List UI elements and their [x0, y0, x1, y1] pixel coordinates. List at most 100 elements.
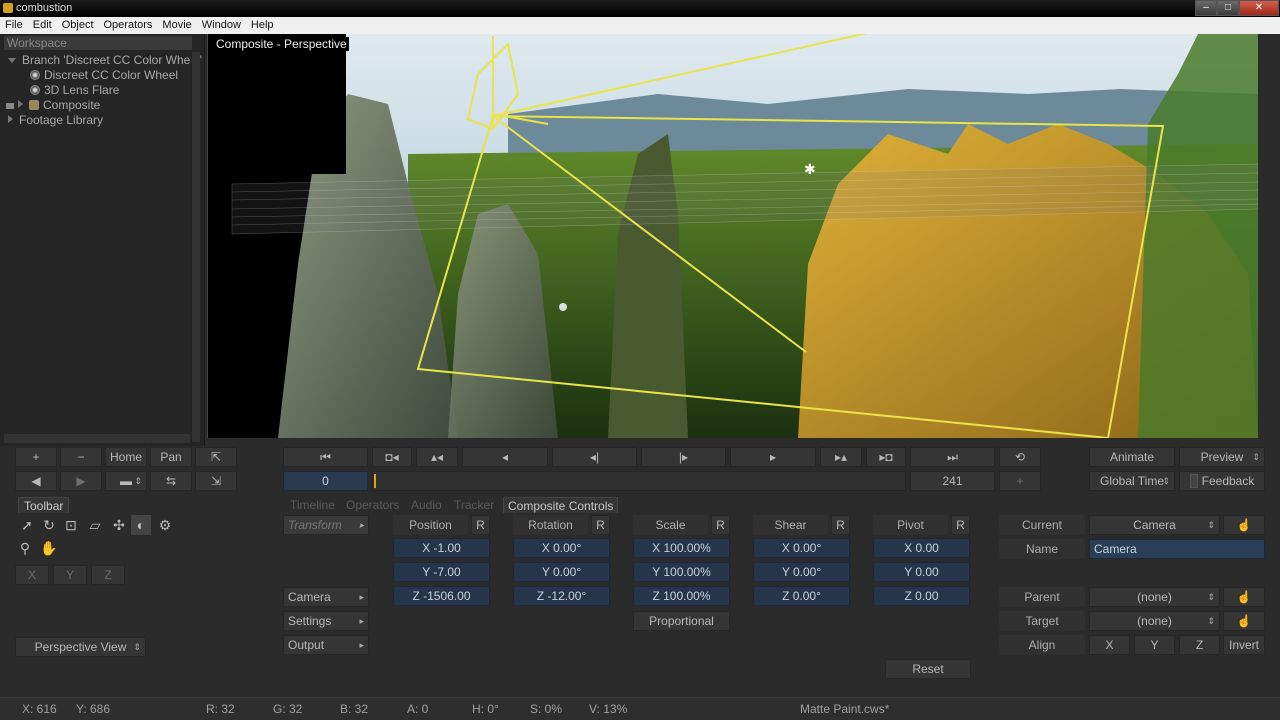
- vertical-scrollbar[interactable]: [191, 52, 200, 442]
- checkbox-icon[interactable]: [1189, 474, 1198, 488]
- pick-target-icon[interactable]: ☝: [1223, 611, 1265, 631]
- rotation-x-field[interactable]: X 0.00°: [513, 538, 610, 558]
- expand-icon[interactable]: [8, 115, 13, 123]
- tab-operators[interactable]: Operators: [342, 497, 403, 513]
- pivot-y-field[interactable]: Y 0.00: [873, 562, 970, 582]
- rotation-y-field[interactable]: Y 0.00°: [513, 562, 610, 582]
- end-frame-field[interactable]: 241: [910, 471, 995, 491]
- parent-select[interactable]: (none): [1089, 587, 1220, 607]
- align-y-button[interactable]: Y: [1134, 635, 1175, 655]
- next-keyframe-icon[interactable]: ▸▴: [820, 447, 862, 467]
- menu-help[interactable]: Help: [246, 17, 279, 31]
- section-camera[interactable]: Camera: [283, 587, 369, 607]
- play-icon[interactable]: ▸: [730, 447, 816, 467]
- menu-window[interactable]: Window: [197, 17, 246, 31]
- scale-z-field[interactable]: Z 100.00%: [633, 586, 730, 606]
- tree-item-composite[interactable]: Composite: [6, 98, 100, 112]
- reset-button[interactable]: Reset: [885, 659, 971, 679]
- play-reverse-icon[interactable]: ◂: [462, 447, 548, 467]
- preview-button[interactable]: Preview: [1179, 447, 1265, 467]
- zoom-out-button[interactable]: −: [60, 447, 102, 467]
- scale-icon[interactable]: ⊡: [61, 515, 81, 535]
- pivot-x-field[interactable]: X 0.00: [873, 538, 970, 558]
- loop-icon[interactable]: ⟲: [999, 447, 1041, 467]
- align-z-button[interactable]: Z: [1179, 635, 1220, 655]
- shear-reset-button[interactable]: R: [831, 515, 850, 535]
- pivot-z-field[interactable]: Z 0.00: [873, 586, 970, 606]
- axis-y-toggle[interactable]: Y: [53, 565, 87, 585]
- next-key-icon[interactable]: ▸◘: [866, 447, 906, 467]
- go-to-start-icon[interactable]: ⏮: [283, 447, 368, 467]
- axis-x-toggle[interactable]: X: [15, 565, 49, 585]
- position-x-field[interactable]: X -1.00: [393, 538, 490, 558]
- menu-edit[interactable]: Edit: [28, 17, 57, 31]
- tree-item-lens-flare[interactable]: 3D Lens Flare: [30, 83, 119, 97]
- axis-icon[interactable]: ✣: [109, 515, 129, 535]
- select-arrow-icon[interactable]: ➚: [17, 515, 37, 535]
- zoom-tool-icon[interactable]: ⚲: [15, 538, 35, 558]
- hand-tool-icon[interactable]: ✋: [39, 538, 59, 558]
- tab-tracker[interactable]: Tracker: [450, 497, 498, 513]
- tree-item-branch[interactable]: Branch 'Discreet CC Color Wheel': [8, 53, 202, 67]
- step-back-icon[interactable]: ◂|: [552, 447, 637, 467]
- step-forward-icon[interactable]: |▸: [641, 447, 726, 467]
- scale-reset-button[interactable]: R: [711, 515, 730, 535]
- global-time-select[interactable]: Global Time: [1089, 471, 1175, 491]
- section-output[interactable]: Output: [283, 635, 369, 655]
- horizontal-scrollbar[interactable]: [4, 434, 190, 443]
- playhead[interactable]: [374, 474, 376, 488]
- name-input[interactable]: Camera: [1089, 539, 1265, 559]
- invert-button[interactable]: Invert: [1223, 635, 1265, 655]
- tab-composite-controls[interactable]: Composite Controls: [503, 497, 619, 513]
- snapshot-icon[interactable]: ⇱: [195, 447, 237, 467]
- orbit-icon[interactable]: ◐: [131, 515, 151, 535]
- prev-keyframe-icon[interactable]: ▴◂: [416, 447, 458, 467]
- close-button[interactable]: ✕: [1239, 0, 1279, 16]
- go-to-end-icon[interactable]: ⏭: [910, 447, 995, 467]
- position-z-field[interactable]: Z -1506.00: [393, 586, 490, 606]
- position-reset-button[interactable]: R: [471, 515, 490, 535]
- restore-icon[interactable]: ⇲: [195, 471, 237, 491]
- minimize-button[interactable]: –: [1195, 0, 1217, 16]
- menu-file[interactable]: File: [0, 17, 28, 31]
- current-select[interactable]: Camera: [1089, 515, 1220, 535]
- home-button[interactable]: Home: [105, 447, 147, 467]
- menu-object[interactable]: Object: [57, 17, 99, 31]
- section-transform[interactable]: Transform: [283, 515, 369, 535]
- view-layout-icon[interactable]: ▬: [105, 471, 147, 491]
- zoom-in-button[interactable]: +: [15, 447, 57, 467]
- toolbar-tab[interactable]: Toolbar: [18, 497, 70, 513]
- view-mode-select[interactable]: Perspective View: [15, 637, 146, 657]
- channel-icon[interactable]: ⇆: [150, 471, 192, 491]
- shear-z-field[interactable]: Z 0.00°: [753, 586, 850, 606]
- forward-arrow-icon[interactable]: ▶: [60, 471, 102, 491]
- menu-movie[interactable]: Movie: [157, 17, 196, 31]
- scale-x-field[interactable]: X 100.00%: [633, 538, 730, 558]
- maximize-button[interactable]: □: [1217, 0, 1239, 16]
- tree-item-footage-library[interactable]: Footage Library: [8, 113, 103, 127]
- composite-viewport[interactable]: ✱ Composite - Perspective: [207, 34, 1280, 438]
- feedback-toggle[interactable]: Feedback: [1179, 471, 1265, 491]
- expand-icon[interactable]: [18, 100, 23, 108]
- shear-x-field[interactable]: X 0.00°: [753, 538, 850, 558]
- shear-y-field[interactable]: Y 0.00°: [753, 562, 850, 582]
- align-x-button[interactable]: X: [1089, 635, 1130, 655]
- pick-current-icon[interactable]: ☝: [1223, 515, 1265, 535]
- tree-item-color-wheel[interactable]: Discreet CC Color Wheel: [30, 68, 178, 82]
- target-select[interactable]: (none): [1089, 611, 1220, 631]
- timeline-scrubber[interactable]: [372, 471, 906, 491]
- distort-icon[interactable]: ▱: [85, 515, 105, 535]
- pivot-reset-button[interactable]: R: [951, 515, 970, 535]
- pick-parent-icon[interactable]: ☝: [1223, 587, 1265, 607]
- collapse-icon[interactable]: [8, 58, 16, 63]
- camera-tool-icon[interactable]: ⚙: [155, 515, 175, 535]
- layer-toggle-icon[interactable]: [6, 103, 14, 109]
- prev-key-icon[interactable]: ◘◂: [372, 447, 412, 467]
- add-marker-button[interactable]: +: [999, 471, 1041, 491]
- scale-y-field[interactable]: Y 100.00%: [633, 562, 730, 582]
- menu-operators[interactable]: Operators: [99, 17, 158, 31]
- tab-audio[interactable]: Audio: [407, 497, 446, 513]
- rotation-z-field[interactable]: Z -12.00°: [513, 586, 610, 606]
- position-y-field[interactable]: Y -7.00: [393, 562, 490, 582]
- tab-timeline[interactable]: Timeline: [286, 497, 339, 513]
